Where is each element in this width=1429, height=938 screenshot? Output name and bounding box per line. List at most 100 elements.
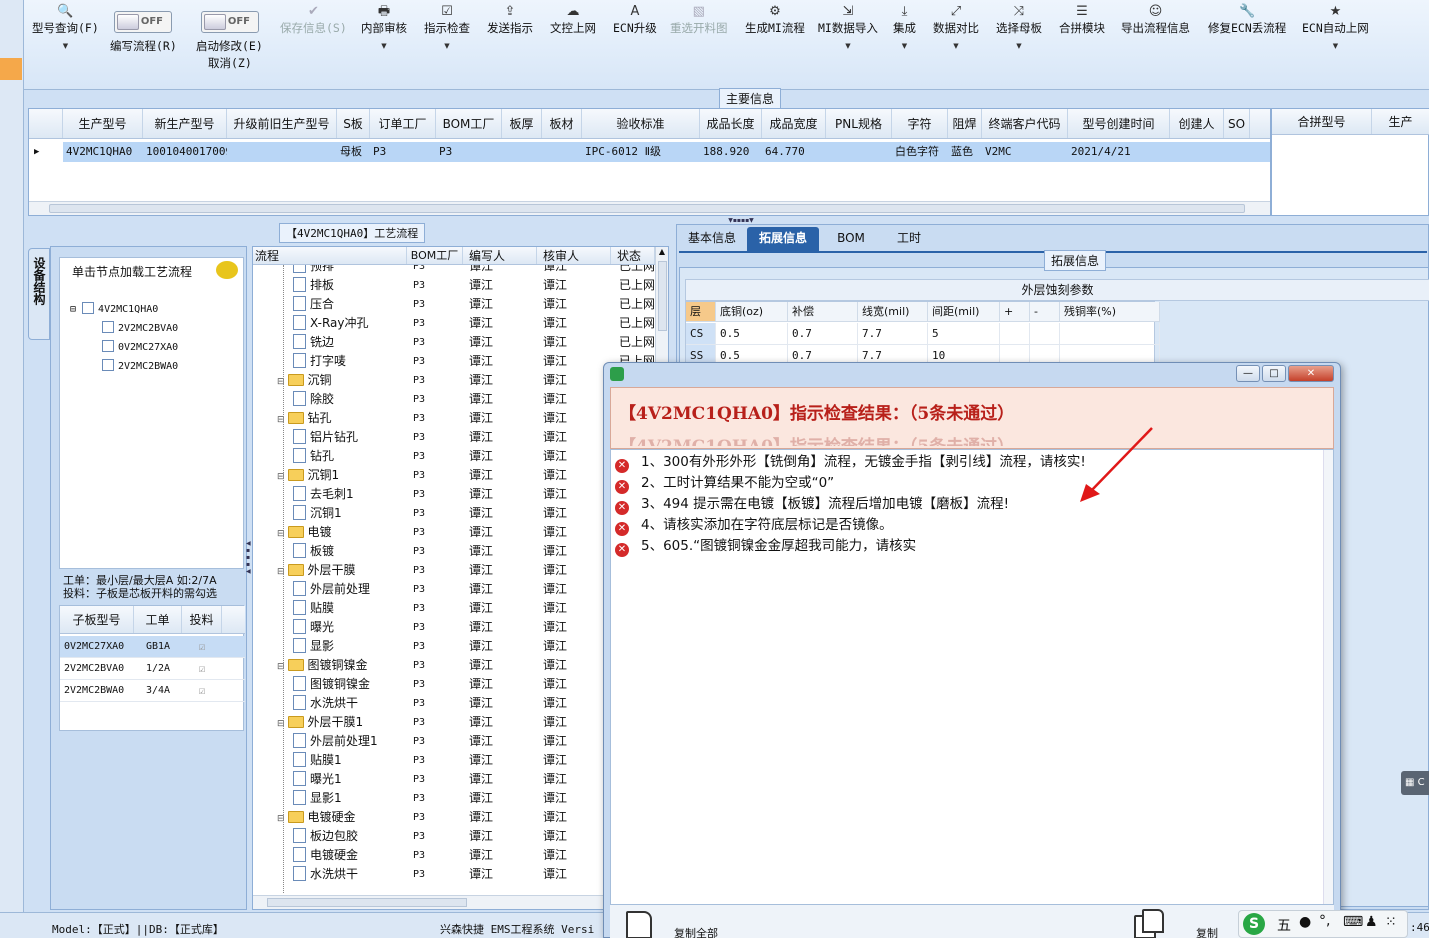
- mi-data-import-button[interactable]: ⇲ MI数据导入 ▼: [818, 4, 878, 50]
- ecn-auto-online-button[interactable]: ★ ECN自动上网 ▼: [1302, 4, 1369, 50]
- tab-2[interactable]: BOM: [821, 227, 881, 251]
- etch-column-header[interactable]: -: [1030, 302, 1060, 322]
- list-item[interactable]: 显影P3谭江谭江已上网: [253, 637, 655, 656]
- column-header[interactable]: SO: [1224, 109, 1250, 138]
- process-step[interactable]: X-Ray冲孔: [293, 314, 368, 333]
- export-process-info-button[interactable]: ☺ 导出流程信息: [1121, 4, 1190, 36]
- table-cell[interactable]: IPC-6012 Ⅱ级: [582, 142, 700, 162]
- ime-punctuation-icon[interactable]: ●: [1299, 914, 1311, 930]
- table-cell[interactable]: 白色字符: [892, 142, 948, 162]
- column-header[interactable]: 新生产型号: [143, 109, 227, 138]
- process-step[interactable]: 排板: [293, 276, 334, 295]
- fix-ecn-lost-process-button[interactable]: 🔧 修复ECN丢流程: [1208, 4, 1286, 36]
- column-header[interactable]: BOM工厂: [436, 109, 502, 138]
- save-info-button[interactable]: ✔ 保存信息(S): [280, 4, 347, 36]
- process-step[interactable]: 沉铜1: [293, 504, 342, 523]
- process-step[interactable]: 铝片钻孔: [293, 428, 358, 447]
- tab-1[interactable]: 拓展信息: [747, 227, 819, 251]
- internal-review-button[interactable]: 🖶 内部审核 ▼: [361, 4, 407, 50]
- reselect-cutting-chart-button[interactable]: ▧ 重选开料图: [670, 4, 728, 36]
- list-item[interactable]: 铝片钻孔P3谭江谭江已上网: [253, 428, 655, 447]
- scroll-up-arrow[interactable]: ▲: [656, 247, 668, 256]
- scroll-thumb[interactable]: [658, 261, 667, 331]
- left-strip-highlight[interactable]: [0, 58, 22, 80]
- list-item[interactable]: ⊟图镀铜镍金P3谭江谭江已上网: [253, 656, 655, 675]
- chevron-down-icon[interactable]: ▼: [32, 42, 99, 50]
- process-step[interactable]: 打字唛: [293, 352, 346, 371]
- column-header[interactable]: 字符: [892, 109, 948, 138]
- list-item[interactable]: ✕ 5、605.“图镀铜镍金金厚超我司能力，请核实: [615, 536, 916, 557]
- process-step[interactable]: 图镀铜镍金: [293, 675, 370, 694]
- column-header[interactable]: 生产型号: [63, 109, 143, 138]
- list-item[interactable]: 板边包胶P3谭江谭江已上网: [253, 827, 655, 846]
- process-step[interactable]: 水洗烘干: [293, 694, 358, 713]
- process-group[interactable]: ⊟ 钻孔: [277, 409, 332, 430]
- column-header[interactable]: 验收标准: [582, 109, 700, 138]
- list-item[interactable]: 外层前处理P3谭江谭江已上网: [253, 580, 655, 599]
- table-row[interactable]: ▶4V2MC1QHA010010400170097母板P3P3IPC-6012 …: [29, 142, 1270, 162]
- tab-0[interactable]: 基本信息: [679, 227, 745, 251]
- etch-column-header[interactable]: +: [1000, 302, 1030, 322]
- process-step[interactable]: 显影: [293, 637, 334, 656]
- table-row[interactable]: 0V2MC27XA0 GB1A ☑: [60, 636, 245, 658]
- list-item[interactable]: ✕ 1、300有外形外形【铣倒角】流程，无镀金手指【剥引线】流程，请核实!: [615, 452, 1086, 473]
- list-item[interactable]: 铣边 P3 谭江 谭江 已上网: [253, 333, 655, 352]
- close-button[interactable]: ✕: [1288, 365, 1334, 382]
- table-cell[interactable]: [1224, 142, 1250, 162]
- table-cell[interactable]: [1060, 323, 1160, 345]
- process-step[interactable]: 贴膜1: [293, 751, 342, 770]
- vertical-splitter[interactable]: ◀ ▪ ▪ ▪ ◀: [246, 540, 251, 610]
- table-cell[interactable]: 10010400170097: [143, 142, 227, 162]
- tab-3[interactable]: 工时: [884, 227, 934, 251]
- process-step[interactable]: 显影1: [293, 789, 342, 808]
- table-cell[interactable]: 0.5: [716, 323, 788, 345]
- list-item[interactable]: 钻孔P3谭江谭江已上网: [253, 447, 655, 466]
- ime-toolbar[interactable]: S 五 ● °, ⌨ ♟ ⁙: [1238, 910, 1408, 938]
- column-header[interactable]: 成品长度: [700, 109, 762, 138]
- column-header[interactable]: S板: [337, 109, 370, 138]
- tree-node-child[interactable]: 2V2MC2BWA0: [102, 359, 178, 372]
- list-item[interactable]: 去毛刺1P3谭江谭江已上网: [253, 485, 655, 504]
- copy-button[interactable]: 复制: [1196, 925, 1218, 938]
- ime-symbol-icon[interactable]: °,: [1319, 913, 1330, 929]
- table-row[interactable]: 2V2MC2BWA0 3/4A ☑: [60, 680, 245, 702]
- minimize-button[interactable]: —: [1236, 365, 1260, 382]
- table-cell[interactable]: CS: [686, 323, 716, 345]
- list-item[interactable]: 压合 P3 谭江 谭江 已上网: [253, 295, 655, 314]
- table-cell[interactable]: 母板: [337, 142, 370, 162]
- table-cell[interactable]: [826, 142, 892, 162]
- feed-checkbox[interactable]: ☑: [182, 658, 222, 679]
- list-item[interactable]: ⊟沉铜1P3谭江谭江已上网: [253, 466, 655, 485]
- table-cell[interactable]: [1000, 323, 1030, 345]
- list-item[interactable]: ⊟沉铜P3谭江谭江已上网: [253, 371, 655, 390]
- list-item[interactable]: 打字唛 P3 谭江 谭江 已上网: [253, 352, 655, 371]
- table-cell[interactable]: 蓝色: [948, 142, 982, 162]
- chevron-down-icon[interactable]: ▼: [996, 42, 1042, 50]
- process-step[interactable]: 外层前处理: [293, 580, 370, 599]
- column-header[interactable]: 型号创建时间: [1068, 109, 1170, 138]
- list-item[interactable]: ✕ 4、请核实添加在字符底层标记是否镜像。: [615, 515, 893, 536]
- etch-column-header[interactable]: 线宽(mil): [858, 302, 928, 322]
- list-item[interactable]: 水洗烘干P3谭江谭江已上网: [253, 694, 655, 713]
- process-step[interactable]: 除胶: [293, 390, 334, 409]
- table-cell[interactable]: [502, 142, 542, 162]
- feed-checkbox[interactable]: ☑: [182, 636, 222, 657]
- list-item[interactable]: 排板 P3 谭江 谭江 已上网: [253, 276, 655, 295]
- chevron-down-icon[interactable]: ▼: [424, 42, 470, 50]
- list-item[interactable]: ✕ 2、工时计算结果不能为空或“0”: [615, 473, 834, 494]
- table-cell[interactable]: 2021/4/21: [1068, 142, 1170, 162]
- copy-all-button[interactable]: 复制全部: [674, 925, 718, 938]
- process-step[interactable]: 水洗烘干: [293, 865, 358, 884]
- table-cell[interactable]: 64.770: [762, 142, 826, 162]
- scroll-thumb[interactable]: [49, 204, 1245, 213]
- table-cell[interactable]: V2MC: [982, 142, 1068, 162]
- feed-checkbox[interactable]: ☑: [182, 680, 222, 701]
- list-item[interactable]: 板镀P3谭江谭江已上网: [253, 542, 655, 561]
- tree-node-child[interactable]: 0V2MC27XA0: [102, 340, 178, 353]
- keyboard-icon[interactable]: ⌨: [1343, 914, 1363, 930]
- process-step[interactable]: 贴膜: [293, 599, 334, 618]
- table-cell[interactable]: 4V2MC1QHA0: [63, 142, 143, 162]
- list-item[interactable]: 贴膜1P3谭江谭江已上网: [253, 751, 655, 770]
- data-compare-button[interactable]: ⤢ 数据对比 ▼: [933, 4, 979, 50]
- table-cell[interactable]: P3: [370, 142, 436, 162]
